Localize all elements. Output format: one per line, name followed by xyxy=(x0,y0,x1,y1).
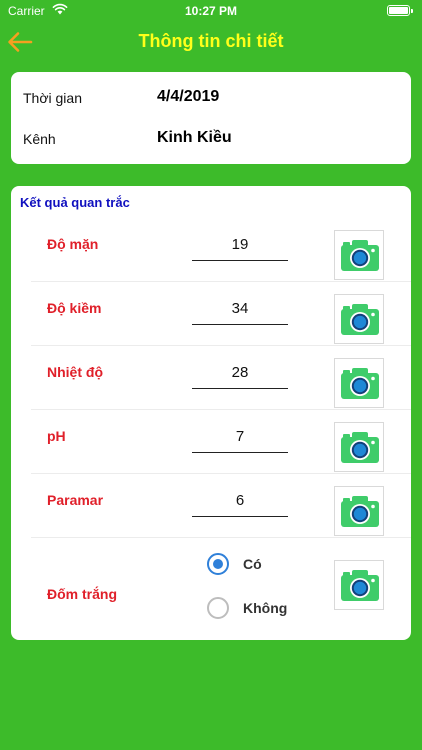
paramar-input[interactable]: 6 xyxy=(192,492,288,517)
page-title: Thông tin chi tiết xyxy=(138,31,284,51)
salinity-label: Độ mặn xyxy=(47,236,99,252)
camera-icon xyxy=(341,570,379,601)
channel-value: Kinh Kiều xyxy=(157,129,232,146)
radio-unselected-icon xyxy=(207,597,229,619)
temperature-input[interactable]: 28 xyxy=(192,364,288,389)
measurement-row-salinity: Độ mặn 19 xyxy=(31,218,411,282)
alkalinity-label: Độ kiềm xyxy=(47,300,102,316)
camera-button[interactable] xyxy=(334,422,384,472)
results-card: Kết quả quan trắc Độ mặn 19 Độ kiềm 34 N… xyxy=(11,186,411,640)
measurement-row-ph: pH 7 xyxy=(31,410,411,474)
radio-selected-icon xyxy=(207,553,229,575)
white-spot-label: Đốm trắng xyxy=(47,586,117,602)
camera-button[interactable] xyxy=(334,294,384,344)
ph-label: pH xyxy=(47,428,66,444)
measurement-row-alkalinity: Độ kiềm 34 xyxy=(31,282,411,346)
radio-option-no-label: Không xyxy=(243,600,288,616)
camera-icon xyxy=(341,496,379,527)
measurement-row-white-spot: Đốm trắng Có Không xyxy=(31,538,411,638)
camera-icon xyxy=(341,304,379,335)
section-title: Kết quả quan trắc xyxy=(20,195,130,210)
time-value: 4/4/2019 xyxy=(157,88,220,105)
status-time: 10:27 PM xyxy=(184,4,238,18)
measurement-row-temperature: Nhiệt độ 28 xyxy=(31,346,411,410)
camera-icon xyxy=(341,240,379,271)
temperature-label: Nhiệt độ xyxy=(47,364,103,380)
paramar-label: Paramar xyxy=(47,492,104,508)
info-row-time: Thời gian 4/4/2019 xyxy=(23,84,403,114)
camera-icon xyxy=(341,368,379,399)
alkalinity-input[interactable]: 34 xyxy=(192,300,288,325)
ph-input[interactable]: 7 xyxy=(192,428,288,453)
camera-button[interactable] xyxy=(334,486,384,536)
channel-label: Kênh xyxy=(23,131,56,147)
camera-button[interactable] xyxy=(334,358,384,408)
camera-icon xyxy=(341,432,379,463)
camera-button[interactable] xyxy=(334,230,384,280)
info-row-channel: Kênh Kinh Kiều xyxy=(23,125,403,155)
time-label: Thời gian xyxy=(23,90,82,106)
navigation-bar: Thông tin chi tiết xyxy=(0,22,422,62)
status-bar: Carrier 10:27 PM xyxy=(0,0,422,22)
measurement-row-paramar: Paramar 6 xyxy=(31,474,411,538)
camera-button[interactable] xyxy=(334,560,384,610)
salinity-input[interactable]: 19 xyxy=(192,236,288,261)
info-card: Thời gian 4/4/2019 Kênh Kinh Kiều xyxy=(11,72,411,164)
battery-icon xyxy=(387,5,413,16)
radio-option-yes-label: Có xyxy=(243,556,262,572)
